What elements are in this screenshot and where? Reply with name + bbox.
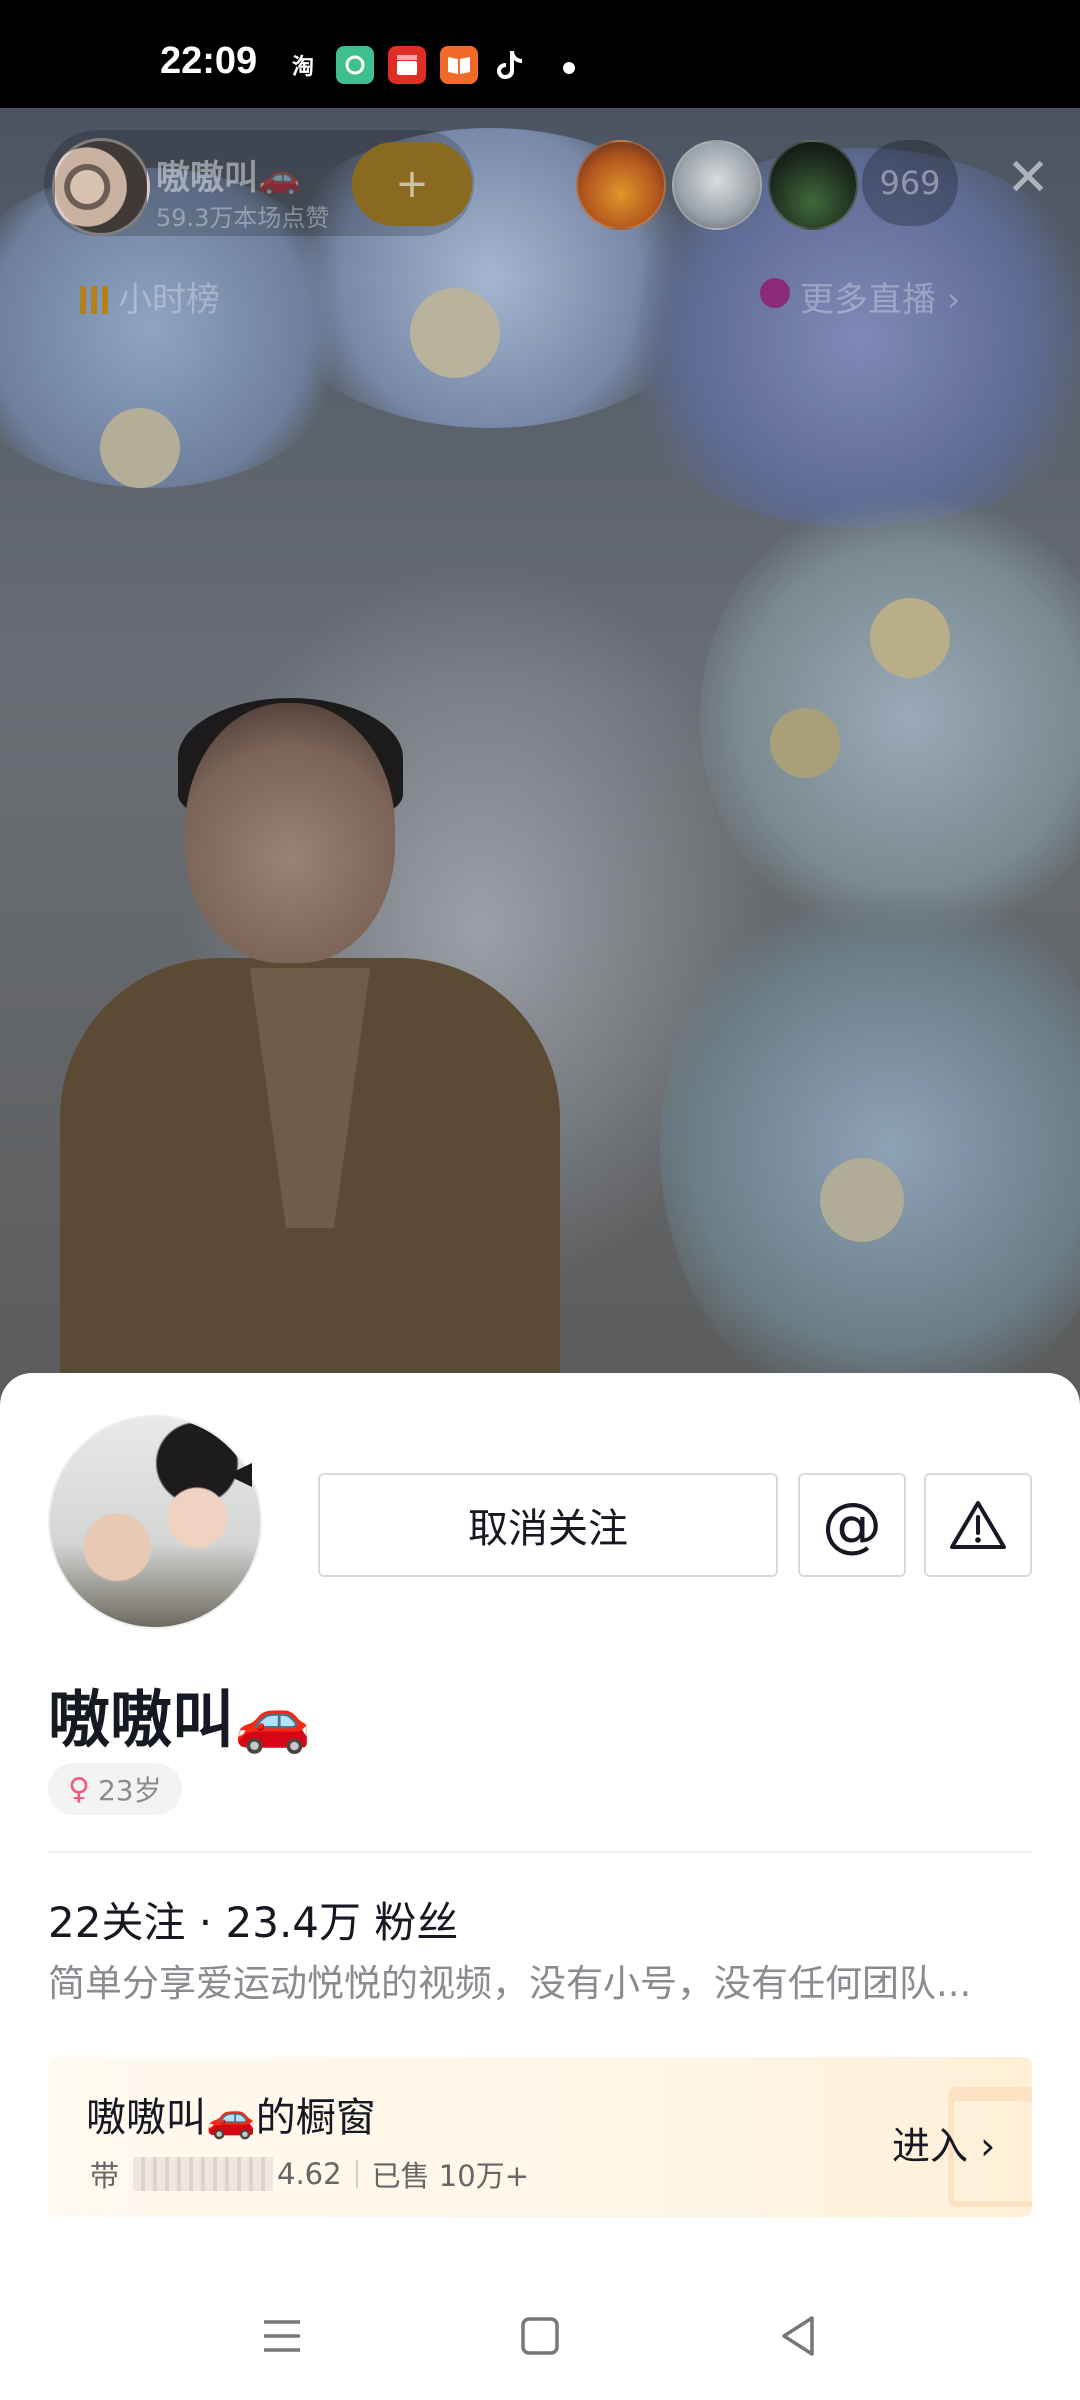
viewer-avatar[interactable]	[768, 140, 858, 230]
likes-count: 59.3万本场点赞	[156, 204, 330, 232]
menu-icon[interactable]	[252, 2306, 312, 2366]
profile-sheet: 取消关注 @ 嗷嗷叫🚗 ♀ 23岁 22关注 · 23.4万 粉丝 简单分享爱运…	[0, 1373, 1080, 2400]
shop-rating: 4.62	[277, 2157, 342, 2191]
separator	[355, 2160, 358, 2188]
profile-name: 嗷嗷叫🚗	[48, 1683, 312, 1756]
streamer-avatar[interactable]	[52, 138, 150, 236]
shop-title: 嗷嗷叫🚗的橱窗	[86, 2095, 376, 2141]
streamer-face	[185, 703, 395, 963]
rose-flower	[100, 408, 180, 488]
profile-avatar[interactable]	[48, 1415, 262, 1629]
viewer-count[interactable]: 969	[862, 140, 958, 226]
status-bar: 22:09 淘	[0, 0, 1080, 108]
hourly-rank-label: 小时榜	[118, 280, 220, 320]
shop-sold: 已售 10万+	[371, 2159, 530, 2193]
female-icon: ♀	[68, 1771, 90, 1807]
more-live-link[interactable]: 更多直播 ›	[760, 272, 961, 321]
blurred-text	[133, 2157, 274, 2191]
more-live-label: 更多直播 ›	[800, 280, 961, 320]
plus-icon: +	[395, 161, 429, 207]
rose-flower	[770, 708, 840, 778]
close-icon[interactable]: ✕	[1000, 150, 1056, 206]
follow-button[interactable]: +	[352, 142, 472, 226]
rose-flower	[870, 598, 950, 678]
viewer-avatar[interactable]	[576, 140, 666, 230]
mention-button[interactable]: @	[798, 1473, 906, 1577]
bow-decoration	[202, 1463, 252, 1487]
reader-icon	[440, 46, 478, 84]
hourly-rank[interactable]: 小时榜	[80, 272, 220, 321]
divider	[48, 1851, 1032, 1853]
notification-dot	[563, 62, 575, 74]
live-dot-icon	[760, 278, 790, 308]
taobao-icon: 淘	[291, 55, 314, 80]
profile-bio[interactable]: 简单分享爱运动悦悦的视频，没有小号，没有任何团队...	[48, 1953, 1038, 2007]
age-text: 23岁	[97, 1774, 162, 1807]
home-icon[interactable]	[510, 2306, 570, 2366]
at-icon: @	[822, 1490, 882, 1560]
unfollow-button[interactable]: 取消关注	[318, 1473, 778, 1577]
rose-flower	[410, 288, 500, 378]
shop-window-card[interactable]: 嗷嗷叫🚗的橱窗 带 4.62 已售 10万+ 进入 ›	[48, 2057, 1032, 2217]
streamer-name: 嗷嗷叫🚗	[156, 158, 301, 198]
shop-prefix: 带	[90, 2159, 120, 2193]
viewer-avatar[interactable]	[672, 140, 762, 230]
follow-stats[interactable]: 22关注 · 23.4万 粉丝	[48, 1889, 458, 1950]
enter-shop-link[interactable]: 进入 ›	[892, 2115, 995, 2170]
report-button[interactable]	[924, 1473, 1032, 1577]
age-tag: ♀ 23岁	[48, 1763, 182, 1815]
douyin-icon	[490, 46, 528, 84]
system-nav-bar	[0, 2270, 1080, 2400]
shop-subtitle: 带 4.62 已售 10万+	[90, 2153, 529, 2195]
back-icon[interactable]	[768, 2306, 828, 2366]
status-time: 22:09	[160, 40, 258, 82]
rose-flower	[820, 1158, 904, 1242]
pinduoduo-icon	[388, 46, 426, 84]
chart-bars-icon	[80, 286, 108, 314]
green-app-icon	[336, 46, 374, 84]
warning-icon	[950, 1501, 1006, 1549]
